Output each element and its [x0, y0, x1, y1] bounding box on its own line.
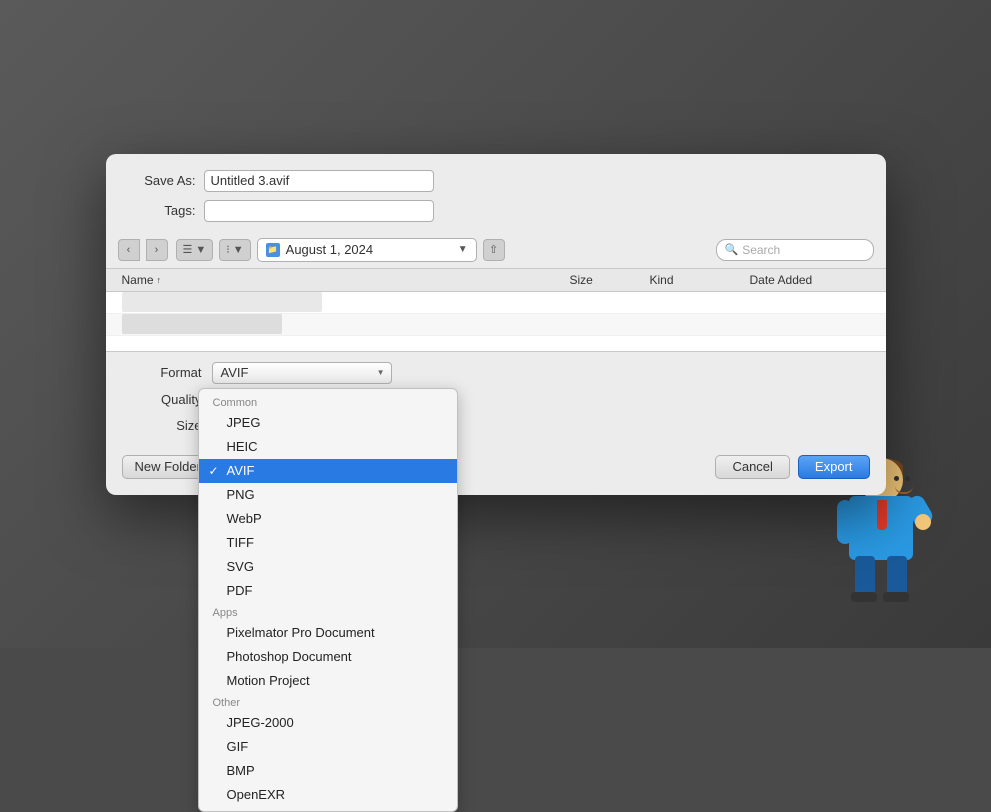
format-row: Format AVIF ▼	[122, 362, 870, 384]
mascot-foot-left	[851, 592, 877, 602]
dropdown-item-motion[interactable]: Motion Project	[199, 669, 457, 693]
size-label: Size	[122, 418, 202, 433]
mascot-leg-right	[887, 556, 907, 596]
dropdown-item-openexr[interactable]: OpenEXR	[199, 783, 457, 807]
sort-arrow: ↑	[157, 275, 162, 285]
location-dropdown-icon: ▼	[458, 244, 468, 255]
quality-label: Quality	[122, 392, 202, 407]
tags-row: Tags:	[126, 200, 866, 222]
dropdown-item-svg[interactable]: SVG	[199, 555, 457, 579]
format-label: Format	[122, 365, 202, 380]
dropdown-item-label: BMP	[227, 763, 255, 778]
footer-buttons: Cancel Export	[715, 455, 869, 479]
mascot-eye-right	[905, 476, 910, 481]
dropdown-section-other: Other	[199, 693, 457, 711]
dropdown-item-label: PDF	[227, 583, 253, 598]
table-row[interactable]	[106, 314, 886, 336]
grid-icon: ⁝	[226, 243, 230, 256]
dropdown-item-label: GIF	[227, 739, 249, 754]
dropdown-item-png[interactable]: PNG	[199, 483, 457, 507]
save-as-label: Save As:	[126, 173, 196, 188]
up-button[interactable]: ⇧	[483, 239, 505, 261]
search-icon: 🔍	[725, 243, 739, 256]
mascot-hand-right	[915, 514, 931, 530]
dropdown-item-photoshop[interactable]: Photoshop Document	[199, 645, 457, 669]
dropdown-item-gif[interactable]: GIF	[199, 735, 457, 759]
list-view-button[interactable]: ☰ ▼	[176, 239, 214, 261]
dropdown-item-heic[interactable]: HEIC	[199, 435, 457, 459]
dropdown-item-jpeg2000[interactable]: JPEG-2000	[199, 711, 457, 735]
dropdown-item-tiff[interactable]: TIFF	[199, 531, 457, 555]
format-select-arrow: ▼	[377, 368, 385, 377]
save-as-row: Save As:	[126, 170, 866, 192]
dropdown-item-bmp[interactable]: BMP	[199, 759, 457, 783]
save-as-input[interactable]	[204, 170, 434, 192]
format-dropdown: Common JPEG HEIC ✓ AVIF PNG WebP TIFF SV…	[198, 388, 458, 812]
dropdown-section-apps: Apps	[199, 603, 457, 621]
dropdown-item-label: Motion Project	[227, 673, 310, 688]
dropdown-item-label: JPEG	[227, 415, 261, 430]
cancel-button[interactable]: Cancel	[715, 455, 789, 479]
dialog-header: Save As: Tags:	[106, 154, 886, 232]
tags-input[interactable]	[204, 200, 434, 222]
check-icon: ✓	[209, 464, 219, 478]
column-name[interactable]: Name ↑	[122, 273, 570, 287]
mascot-arm-left	[837, 500, 853, 544]
grid-view-chevron: ▼	[233, 244, 244, 256]
mascot-foot-right	[883, 592, 909, 602]
dropdown-item-pdf[interactable]: PDF	[199, 579, 457, 603]
mascot-eye-left	[894, 476, 899, 481]
search-box[interactable]: 🔍 Search	[716, 239, 874, 261]
location-label: August 1, 2024	[286, 242, 373, 257]
dropdown-item-label: HEIC	[227, 439, 258, 454]
forward-button[interactable]: ›	[146, 239, 168, 261]
dropdown-item-label: PNG	[227, 487, 255, 502]
dropdown-item-label: JPEG-2000	[227, 715, 294, 730]
dropdown-item-label: OpenEXR	[227, 787, 286, 802]
grid-view-button[interactable]: ⁝ ▼	[219, 239, 250, 261]
mascot-smile	[895, 486, 913, 494]
column-date-added[interactable]: Date Added	[750, 273, 870, 287]
dropdown-item-label: AVIF	[227, 463, 255, 478]
options-area: Format AVIF ▼ Quality Size ▼ Common JPEG	[106, 352, 886, 447]
dropdown-item-avif[interactable]: ✓ AVIF	[199, 459, 457, 483]
dropdown-item-label: Pixelmator Pro Document	[227, 625, 375, 640]
mascot-tie	[877, 500, 887, 530]
dropdown-item-label: Photoshop Document	[227, 649, 352, 664]
list-icon: ☰	[183, 243, 193, 256]
column-kind[interactable]: Kind	[650, 273, 750, 287]
format-select[interactable]: AVIF ▼	[212, 362, 392, 384]
dropdown-item-label: TIFF	[227, 535, 254, 550]
dropdown-section-common: Common	[199, 393, 457, 411]
list-view-chevron: ▼	[195, 244, 206, 256]
toolbar: ‹ › ☰ ▼ ⁝ ▼ 📁 August 1, 2024 ▼ ⇧ 🔍 Searc…	[106, 232, 886, 269]
dropdown-item-pixelmator[interactable]: Pixelmator Pro Document	[199, 621, 457, 645]
dropdown-item-label: WebP	[227, 511, 262, 526]
column-size[interactable]: Size	[570, 273, 650, 287]
dropdown-item-label: SVG	[227, 559, 254, 574]
folder-icon: 📁	[266, 243, 280, 257]
format-value: AVIF	[221, 365, 249, 380]
dropdown-item-jpeg[interactable]: JPEG	[199, 411, 457, 435]
mascot-leg-left	[855, 556, 875, 596]
back-button[interactable]: ‹	[118, 239, 140, 261]
save-dialog: Save As: Tags: ‹ › ☰ ▼ ⁝ ▼ 📁 August 1, 2…	[106, 154, 886, 495]
tags-label: Tags:	[126, 203, 196, 218]
dropdown-item-webp[interactable]: WebP	[199, 507, 457, 531]
location-selector[interactable]: 📁 August 1, 2024 ▼	[257, 238, 477, 262]
file-list-body	[106, 292, 886, 352]
search-placeholder: Search	[742, 243, 780, 257]
export-button[interactable]: Export	[798, 455, 870, 479]
